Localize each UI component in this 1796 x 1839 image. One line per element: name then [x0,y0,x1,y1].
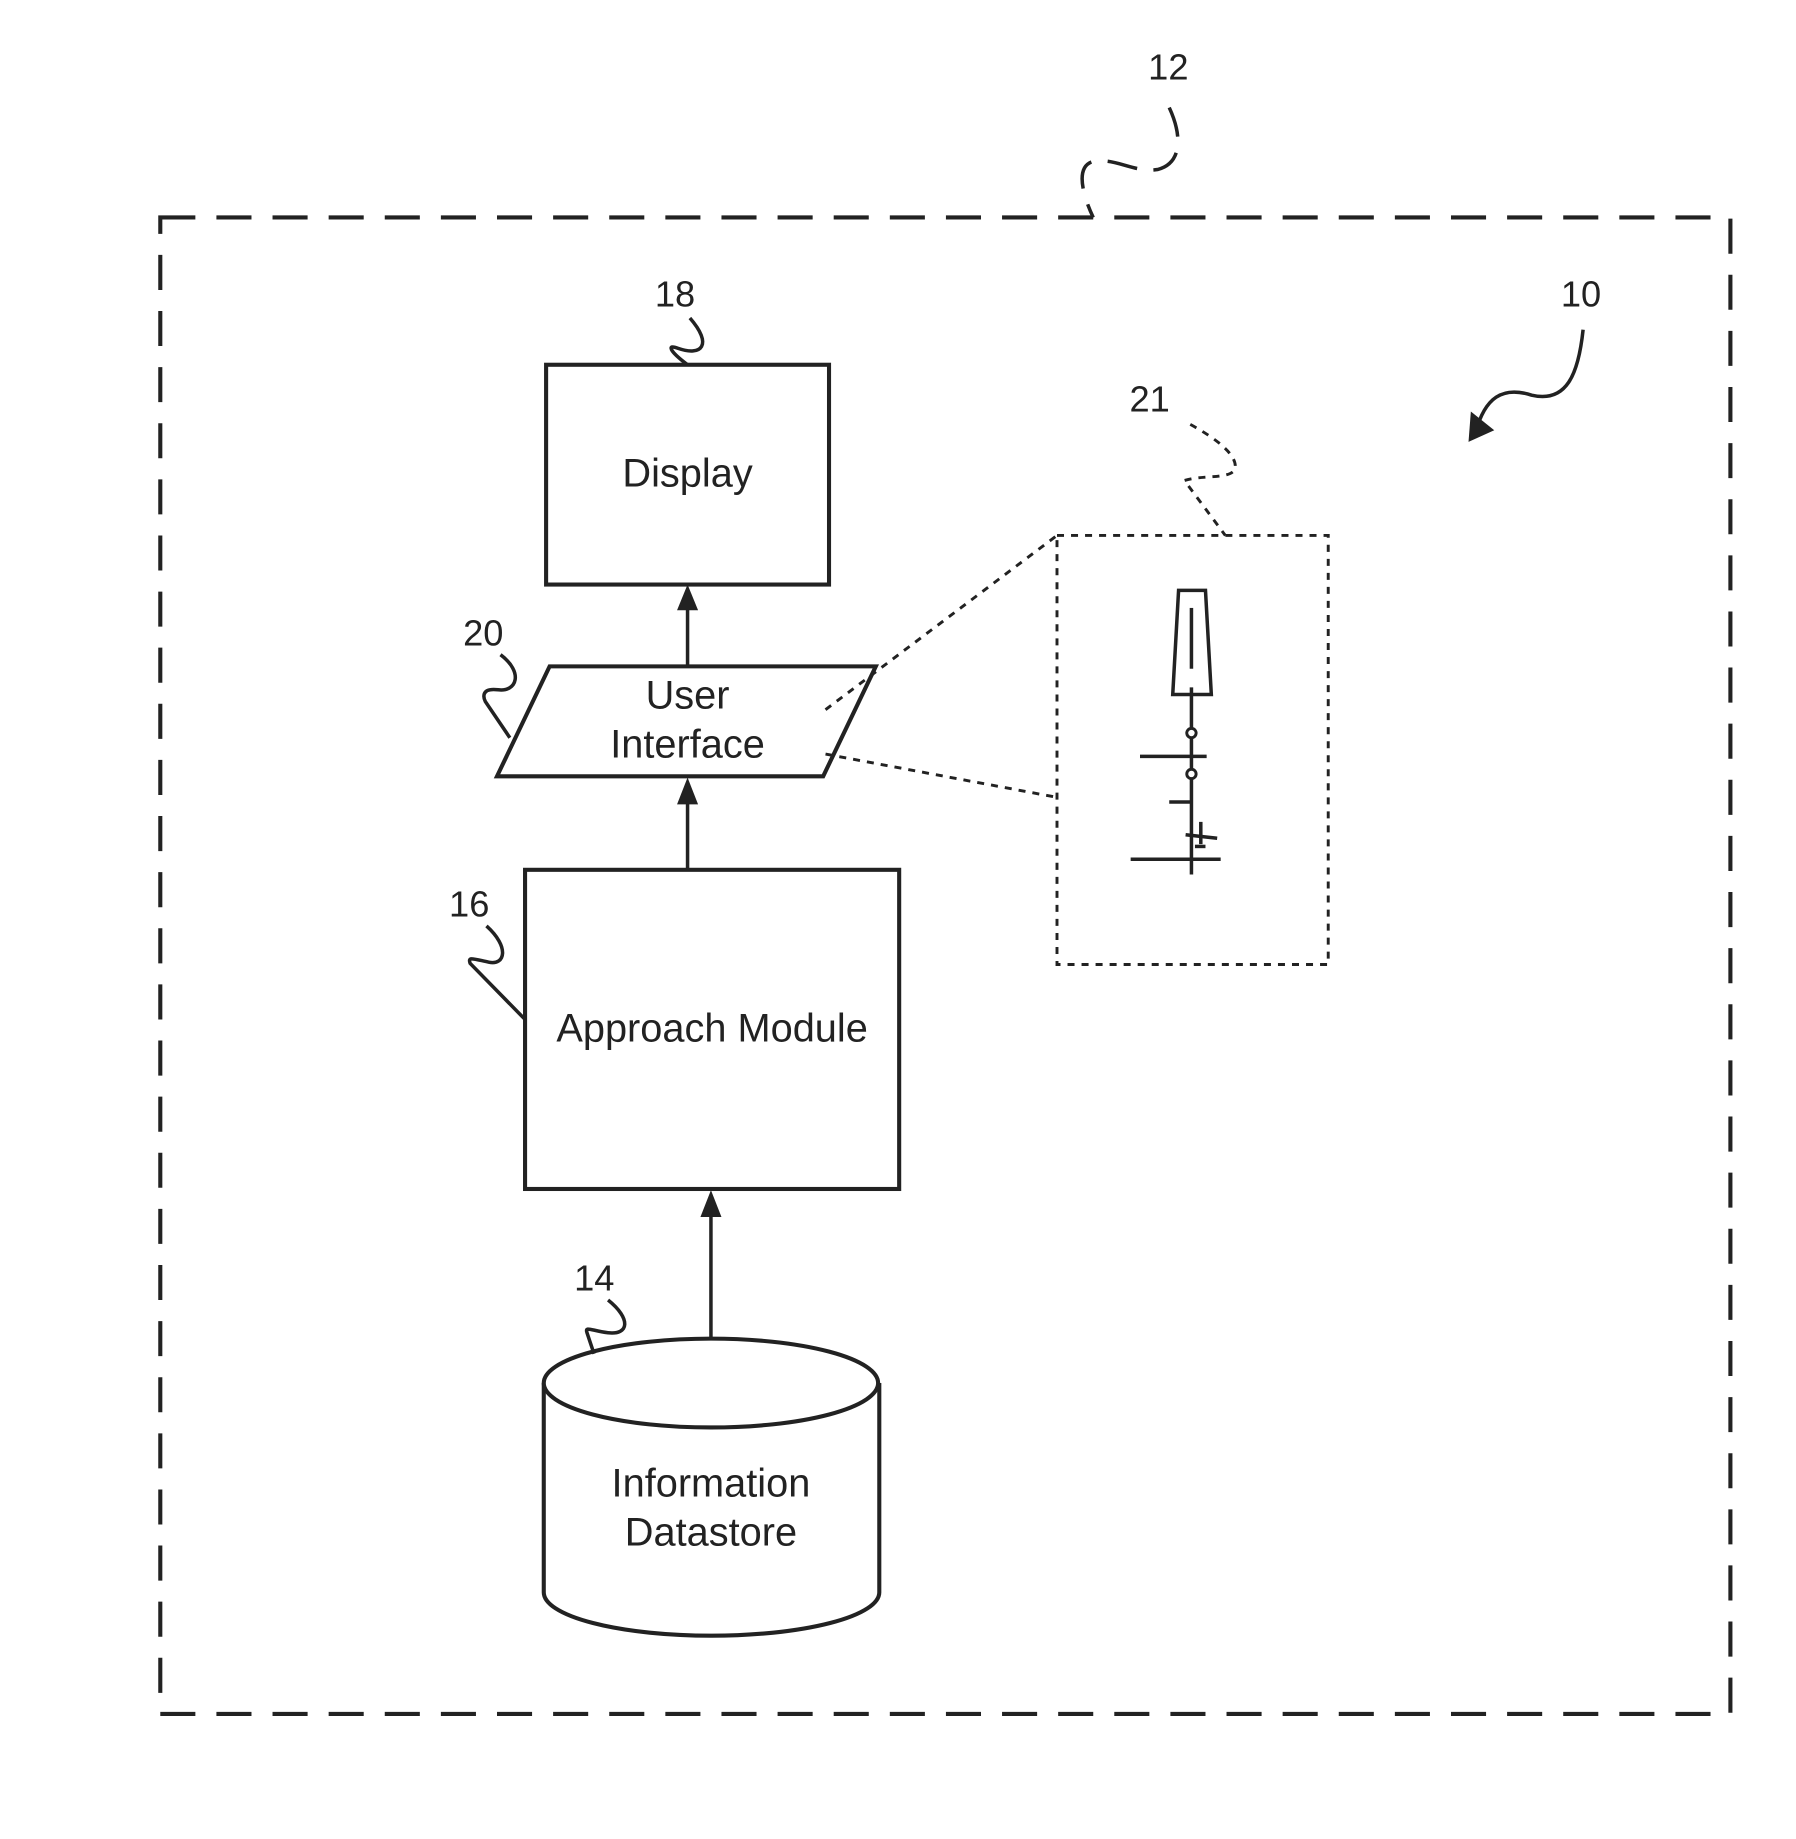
leader-line-16 [467,924,527,1021]
waypoint-marker-1 [1185,726,1198,740]
approach-module-label: Approach Module [556,1007,867,1051]
arrowhead-to-display [677,584,699,611]
user-interface-label-line1: User [646,673,730,717]
ref-label-21: 21 [1129,379,1169,420]
leader-line-12 [1080,106,1180,219]
arrowhead-to-ui [677,777,699,805]
leader-line-18 [669,316,705,367]
ref-label-12: 12 [1148,46,1188,87]
datastore-label-line2: Datastore [625,1511,797,1555]
leader-arrow-10 [1473,329,1585,434]
leader-line-21 [1182,423,1237,537]
arrowhead-to-module [700,1190,722,1218]
display-label: Display [622,451,752,495]
waypoint-marker-2 [1185,767,1198,781]
callout-line-lower [825,752,1058,799]
user-interface-label-line2: Interface [610,723,765,767]
ref-label-20: 20 [463,612,503,653]
ref-label-10: 10 [1561,273,1601,314]
ref-label-14: 14 [574,1258,614,1299]
datastore-label-line1: Information [612,1461,811,1505]
ref-label-18: 18 [655,273,695,314]
callout-line-upper [824,534,1058,711]
leader-line-20 [482,653,518,739]
system-boundary-frame [158,215,1733,1716]
approach-path-graphic [1130,588,1221,875]
block-diagram: 12 10 Display 18 User Interface 20 Appro… [158,46,1733,1716]
ref-label-16: 16 [449,884,489,925]
